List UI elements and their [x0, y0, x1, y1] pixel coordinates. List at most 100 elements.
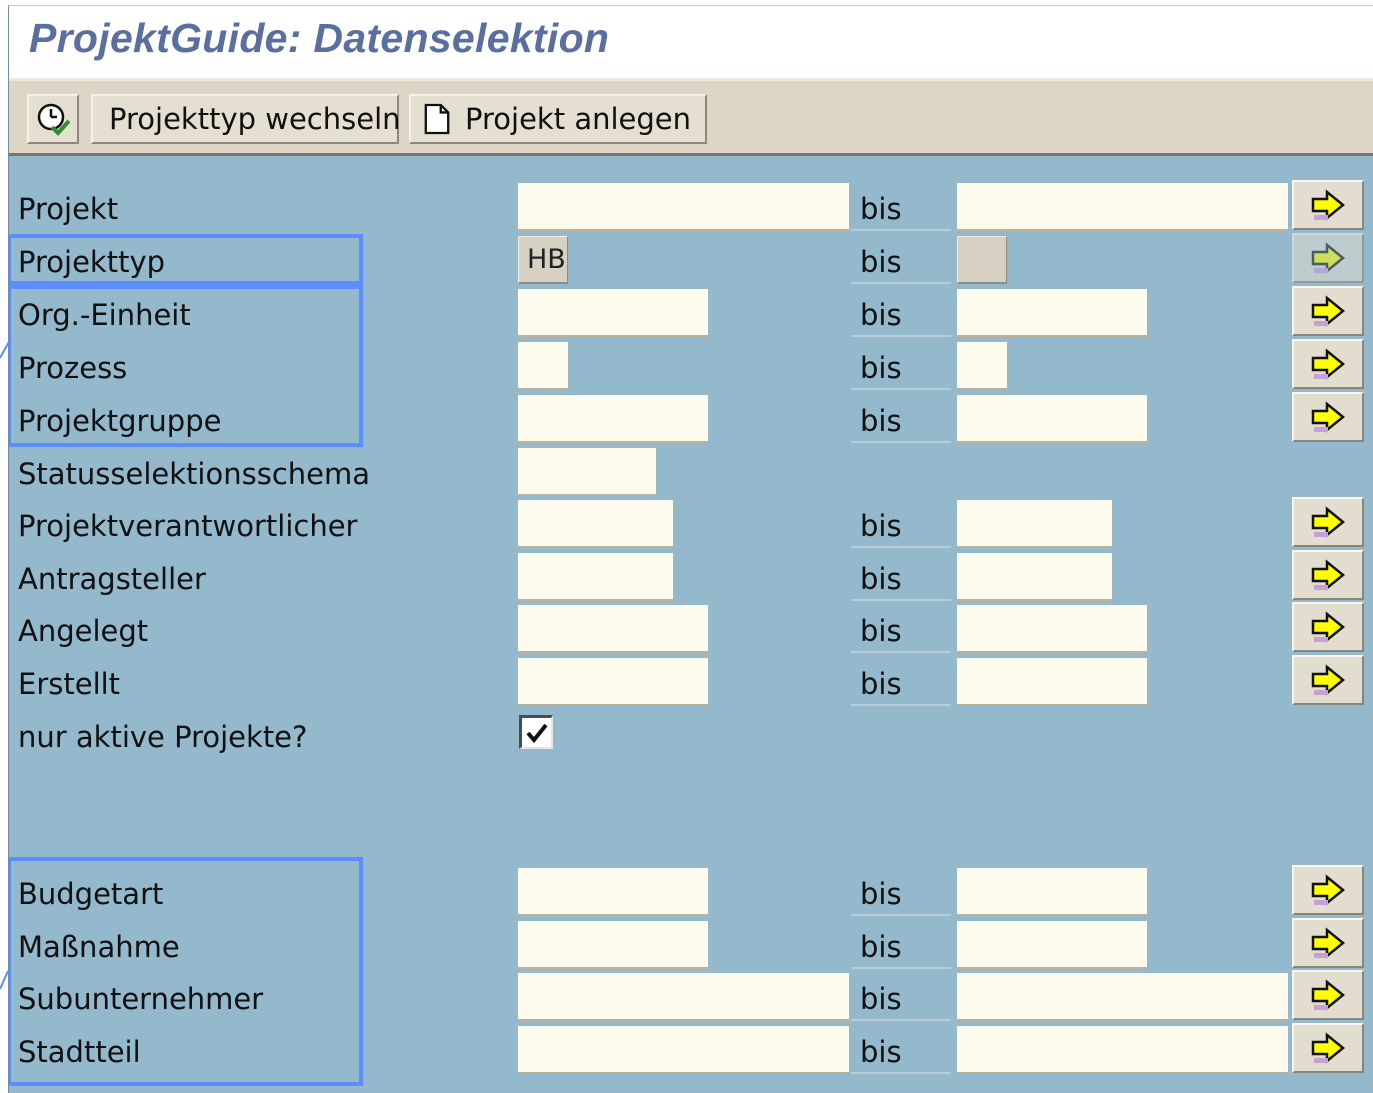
bis-label: bis — [860, 930, 902, 964]
multiple-selection-button[interactable] — [1292, 1023, 1364, 1073]
projektverantwortlicher-from-input[interactable] — [518, 500, 673, 548]
stadtteil-to-input[interactable] — [957, 1026, 1288, 1074]
bis-label: bis — [860, 982, 902, 1016]
yellow-arrow-right-icon — [1311, 1032, 1345, 1064]
bis-separator: bis — [851, 289, 951, 337]
row-subunternehmer: Subunternehmer bis — [9, 970, 1373, 1023]
label-budgetart: Budgetart — [18, 877, 164, 911]
bis-separator: bis — [851, 183, 951, 231]
org-einheit-to-input[interactable] — [957, 289, 1147, 337]
projekttyp-to-field — [957, 236, 1007, 284]
bis-separator: bis — [851, 921, 951, 969]
angelegt-from-input[interactable] — [518, 605, 708, 653]
projekttyp-value: HB — [527, 244, 566, 275]
yellow-arrow-right-icon — [1311, 927, 1345, 959]
antragsteller-to-input[interactable] — [957, 553, 1112, 601]
change-project-type-label: Projekttyp wechseln — [109, 102, 401, 136]
prozess-to-input[interactable] — [957, 342, 1007, 390]
row-projektverantwortlicher: Projektverantwortlicher bis — [9, 497, 1373, 550]
bis-label: bis — [860, 298, 902, 332]
subunternehmer-from-input[interactable] — [518, 973, 849, 1021]
multiple-selection-button[interactable] — [1292, 970, 1364, 1020]
multiple-selection-button[interactable] — [1292, 286, 1364, 336]
massnahme-from-input[interactable] — [518, 921, 708, 969]
yellow-arrow-right-icon — [1311, 189, 1345, 221]
page-title: ProjektGuide: Datenselektion — [29, 15, 610, 61]
erstellt-from-input[interactable] — [518, 658, 708, 706]
multiple-selection-button[interactable] — [1292, 497, 1364, 547]
projektverantwortlicher-to-input[interactable] — [957, 500, 1112, 548]
yellow-arrow-right-icon — [1311, 979, 1345, 1011]
execute-clock-icon — [37, 103, 70, 136]
bis-label: bis — [860, 877, 902, 911]
label-projekt: Projekt — [18, 192, 119, 226]
execute-button[interactable] — [27, 94, 79, 144]
nur-aktive-projekte-checkbox[interactable] — [519, 715, 553, 749]
change-project-type-button[interactable]: Projekttyp wechseln — [91, 94, 401, 144]
label-stadtteil: Stadtteil — [18, 1035, 141, 1069]
budgetart-from-input[interactable] — [518, 868, 708, 916]
row-angelegt: Angelegt bis — [9, 602, 1373, 655]
bis-separator: bis — [851, 1026, 951, 1074]
application-toolbar: Projekttyp wechseln Projekt anlegen — [9, 78, 1373, 156]
selection-screen: ProjektGuide: Datenselektion Projekttyp … — [8, 5, 1373, 1093]
multiple-selection-button[interactable] — [1292, 392, 1364, 442]
projektgruppe-from-input[interactable] — [518, 395, 708, 443]
label-erstellt: Erstellt — [18, 667, 121, 701]
bis-label: bis — [860, 404, 902, 438]
bis-label: bis — [860, 614, 902, 648]
yellow-arrow-right-icon — [1311, 242, 1345, 274]
multiple-selection-button[interactable] — [1292, 550, 1364, 600]
multiple-selection-button[interactable] — [1292, 602, 1364, 652]
bis-label: bis — [860, 351, 902, 385]
antragsteller-from-input[interactable] — [518, 553, 673, 601]
row-prozess: Prozess bis — [9, 339, 1373, 392]
row-projektgruppe: Projektgruppe bis — [9, 392, 1373, 445]
multiple-selection-button[interactable] — [1292, 339, 1364, 389]
prozess-from-input[interactable] — [518, 342, 568, 390]
multiple-selection-button[interactable] — [1292, 865, 1364, 915]
bis-separator: bis — [851, 868, 951, 916]
callout-line-upper — [0, 337, 12, 359]
bis-separator: bis — [851, 395, 951, 443]
yellow-arrow-right-icon — [1311, 348, 1345, 380]
erstellt-to-input[interactable] — [957, 658, 1147, 706]
stadtteil-from-input[interactable] — [518, 1026, 849, 1074]
bis-label: bis — [860, 245, 902, 279]
massnahme-to-input[interactable] — [957, 921, 1147, 969]
create-project-label: Projekt anlegen — [465, 102, 691, 136]
subunternehmer-to-input[interactable] — [957, 973, 1288, 1021]
label-massnahme: Maßnahme — [18, 930, 180, 964]
angelegt-to-input[interactable] — [957, 605, 1147, 653]
row-stadtteil: Stadtteil bis — [9, 1023, 1373, 1076]
label-nur-aktive-projekte: nur aktive Projekte? — [18, 720, 308, 754]
row-projekttyp: Projekttyp HB bis — [9, 233, 1373, 286]
yellow-arrow-right-icon — [1311, 874, 1345, 906]
budgetart-to-input[interactable] — [957, 868, 1147, 916]
multiple-selection-button[interactable] — [1292, 180, 1364, 230]
bis-label: bis — [860, 192, 902, 226]
bis-label: bis — [860, 1035, 902, 1069]
label-projektgruppe: Projektgruppe — [18, 404, 222, 438]
bis-separator: bis — [851, 500, 951, 548]
projekt-to-input[interactable] — [957, 183, 1288, 231]
yellow-arrow-right-icon — [1311, 664, 1345, 696]
yellow-arrow-right-icon — [1311, 401, 1345, 433]
row-org-einheit: Org.-Einheit bis — [9, 286, 1373, 339]
create-project-button[interactable]: Projekt anlegen — [409, 94, 707, 144]
bis-label: bis — [860, 562, 902, 596]
multiple-selection-button[interactable] — [1292, 655, 1364, 705]
projektgruppe-to-input[interactable] — [957, 395, 1147, 443]
label-projektverantwortlicher: Projektverantwortlicher — [18, 509, 358, 543]
title-bar: ProjektGuide: Datenselektion — [9, 6, 1373, 78]
callout-line-lower — [0, 970, 9, 990]
label-subunternehmer: Subunternehmer — [18, 982, 264, 1016]
document-icon — [424, 103, 450, 135]
org-einheit-from-input[interactable] — [518, 289, 708, 337]
multiple-selection-button[interactable] — [1292, 918, 1364, 968]
projekt-from-input[interactable] — [518, 183, 849, 231]
label-org-einheit: Org.-Einheit — [18, 298, 191, 332]
bis-separator: bis — [851, 342, 951, 390]
row-erstellt: Erstellt bis — [9, 655, 1373, 708]
statusselektionsschema-input[interactable] — [518, 448, 656, 496]
